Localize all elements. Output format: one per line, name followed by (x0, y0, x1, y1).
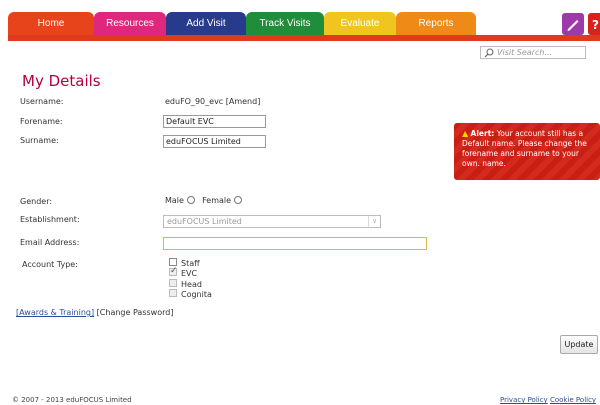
cookie-policy-link[interactable]: Cookie Policy (550, 396, 596, 404)
search-icon (484, 48, 494, 58)
top-navigation: Home Resources Add Visit Track Visits Ev… (0, 0, 600, 44)
help-icon: ? (592, 18, 599, 32)
page-title: My Details (22, 72, 101, 90)
privacy-policy-link[interactable]: Privacy Policy (500, 396, 548, 404)
gender-female-radio[interactable] (233, 196, 242, 204)
establishment-select[interactable]: eduFOCUS Limited ∨ (163, 215, 381, 228)
account-type-evc-checkbox: ✓ (169, 266, 178, 276)
account-type-head-checkbox (169, 279, 177, 287)
account-type-staff-label: Staff (181, 259, 200, 268)
pencil-button[interactable] (562, 13, 584, 35)
gender-female-label: Female (202, 196, 232, 205)
account-type-evc-label: EVC (181, 269, 198, 278)
chevron-down-icon: ∨ (368, 216, 380, 227)
amend-link[interactable]: [Amend] (226, 97, 261, 106)
forename-label: Forename: (20, 117, 63, 126)
email-field[interactable] (163, 237, 427, 250)
account-links: [Awards & Training] [Change Password] (16, 308, 173, 317)
footer-links: Privacy Policy Cookie Policy (500, 396, 596, 404)
gender-male-label: Male (165, 196, 184, 205)
tab-reports[interactable]: Reports (396, 12, 476, 36)
help-button[interactable]: ? (588, 13, 600, 35)
forename-field[interactable]: Default EVC (163, 115, 266, 128)
name-alert: ▲ Alert: Your account still has a Defaul… (454, 123, 600, 180)
username-value: eduFO_90_evc (165, 97, 224, 106)
tab-resources[interactable]: Resources (94, 12, 166, 36)
alert-title: Alert: (470, 129, 495, 138)
tab-track-visits[interactable]: Track Visits (246, 12, 324, 36)
tab-add-visit[interactable]: Add Visit (166, 12, 246, 36)
visit-search-input[interactable]: Visit Search... (480, 46, 586, 59)
tab-home[interactable]: Home (8, 12, 94, 36)
update-button[interactable]: Update (560, 335, 598, 354)
warning-icon: ▲ (462, 129, 469, 138)
gender-male-radio[interactable] (186, 196, 195, 204)
awards-training-link[interactable]: [Awards & Training] (16, 308, 94, 317)
account-type-label: Account Type: (22, 260, 78, 269)
establishment-label: Establishment: (20, 215, 80, 224)
surname-label: Surname: (20, 136, 59, 145)
search-placeholder: Visit Search... (497, 48, 553, 57)
account-type-staff-checkbox[interactable] (169, 258, 177, 266)
surname-field[interactable]: eduFOCUS Limited (163, 135, 266, 148)
check-icon: ✓ (170, 266, 178, 276)
establishment-value: eduFOCUS Limited (167, 217, 242, 226)
nav-underline (8, 35, 600, 41)
account-type-cognita-label: Cognita (181, 290, 212, 299)
gender-options: Male Female (165, 196, 242, 205)
username-label: Username: (20, 97, 64, 106)
gender-label: Gender: (20, 197, 53, 206)
account-type-cognita-checkbox (169, 289, 177, 297)
pencil-icon (567, 20, 579, 31)
account-type-head-label: Head (181, 280, 202, 289)
copyright-text: © 2007 - 2013 eduFOCUS Limited (12, 396, 132, 404)
tab-evaluate[interactable]: Evaluate (324, 12, 396, 36)
svg-text:?: ? (592, 18, 599, 32)
email-label: Email Address: (20, 238, 80, 247)
change-password-link[interactable]: [Change Password] (97, 308, 174, 317)
username-value-row: eduFO_90_evc [Amend] (165, 97, 260, 106)
